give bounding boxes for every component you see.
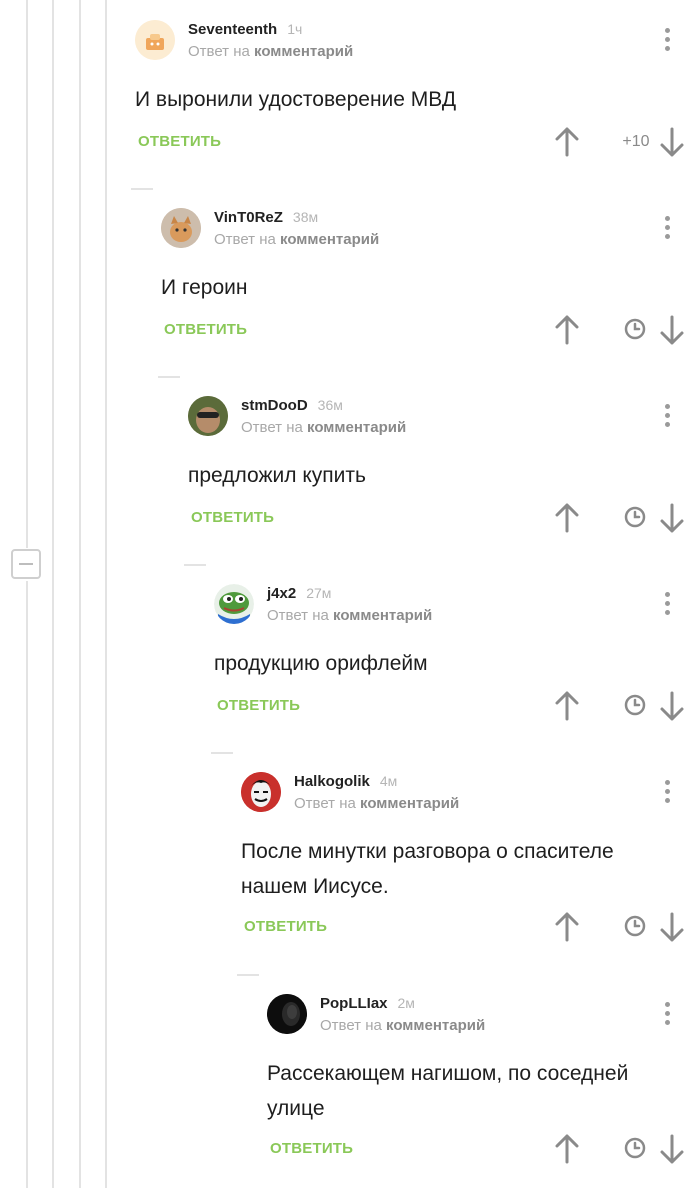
parent-comment-link[interactable]: комментарий: [307, 419, 406, 436]
clock-icon: [624, 915, 646, 937]
reply-to-label: Ответ на комментарий: [214, 231, 380, 248]
arrow-up-icon[interactable]: [552, 313, 582, 347]
username[interactable]: PopLLIax 2м: [320, 995, 415, 1012]
comment-text: предложил купить: [188, 464, 366, 487]
arrow-down-icon[interactable]: [657, 1132, 687, 1166]
arrow-down-icon[interactable]: [657, 910, 687, 944]
kebab-menu-icon[interactable]: [665, 216, 671, 242]
avatar[interactable]: [161, 208, 201, 248]
parent-comment-link[interactable]: комментарий: [360, 795, 459, 812]
reply-button[interactable]: ОТВЕТИТЬ: [138, 133, 221, 150]
comment: j4x2 27м Ответ на комментарий продукцию о…: [184, 564, 700, 754]
timestamp: 4м: [379, 773, 398, 789]
comment-text: продукцию орифлейм: [214, 652, 428, 675]
username[interactable]: j4x2 27м: [267, 585, 331, 602]
clock-icon: [624, 318, 646, 340]
avatar[interactable]: [135, 20, 175, 60]
avatar[interactable]: [241, 772, 281, 812]
reply-to-label: Ответ на комментарий: [320, 1017, 486, 1034]
rating-value: +10: [622, 133, 650, 150]
clock-icon: [624, 694, 646, 716]
collapse-thread-button[interactable]: [11, 549, 41, 579]
kebab-menu-icon[interactable]: [665, 592, 671, 618]
reply-button[interactable]: ОТВЕТИТЬ: [244, 918, 327, 935]
reply-to-label: Ответ на комментарий: [267, 607, 433, 624]
reply-to-label: Ответ на комментарий: [188, 43, 354, 60]
arrow-down-icon[interactable]: [657, 501, 687, 535]
arrow-down-icon[interactable]: [657, 125, 687, 159]
parent-comment-link[interactable]: комментарий: [386, 1017, 485, 1034]
timestamp: 38м: [292, 209, 319, 225]
kebab-menu-icon[interactable]: [665, 780, 671, 806]
comment: PopLLIax 2м Ответ на комментарий Рассекаю…: [237, 974, 700, 1188]
reply-to-label: Ответ на комментарий: [241, 419, 407, 436]
arrow-up-icon[interactable]: [552, 125, 582, 159]
comment-text: И выронили удостоверение МВД: [135, 88, 457, 111]
reply-to-label: Ответ на комментарий: [294, 795, 460, 812]
arrow-down-icon[interactable]: [657, 313, 687, 347]
parent-comment-link[interactable]: комментарий: [254, 43, 353, 60]
username[interactable]: stmDooD 36м: [241, 397, 343, 414]
kebab-menu-icon[interactable]: [665, 28, 671, 54]
avatar[interactable]: [188, 396, 228, 436]
arrow-up-icon[interactable]: [552, 910, 582, 944]
comment-text: После минутки разговора о спасителе наше…: [241, 840, 614, 898]
timestamp: 27м: [306, 585, 332, 601]
timestamp: 2м: [397, 995, 415, 1011]
comment-text: И героин: [161, 276, 248, 299]
username[interactable]: Seventeenth 1ч: [188, 21, 302, 38]
arrow-up-icon[interactable]: [552, 501, 582, 535]
thread-line: [52, 0, 54, 1188]
thread-line: [79, 0, 81, 1188]
timestamp: 1ч: [287, 21, 303, 37]
thread-line: [26, 581, 28, 1188]
arrow-down-icon[interactable]: [657, 689, 687, 723]
clock-icon: [624, 1137, 646, 1159]
comment: stmDooD 36м Ответ на комментарий предложи…: [158, 376, 700, 566]
reply-button[interactable]: ОТВЕТИТЬ: [164, 321, 247, 338]
thread-line: [26, 0, 28, 548]
reply-button[interactable]: ОТВЕТИТЬ: [191, 509, 274, 526]
parent-comment-link[interactable]: комментарий: [333, 607, 432, 624]
parent-comment-link[interactable]: комментарий: [280, 231, 379, 248]
avatar[interactable]: [267, 994, 307, 1034]
comment-text: Рассекающем нагишом, по соседней улице: [267, 1062, 629, 1120]
clock-icon: [624, 506, 646, 528]
comment: Seventeenth 1ч Ответ на комментарий И выр…: [107, 0, 700, 190]
avatar[interactable]: [214, 584, 254, 624]
username[interactable]: Halkogolik 4м: [294, 773, 397, 790]
kebab-menu-icon[interactable]: [665, 404, 671, 430]
kebab-menu-icon[interactable]: [665, 1002, 671, 1028]
reply-button[interactable]: ОТВЕТИТЬ: [217, 697, 300, 714]
username[interactable]: VinT0ReZ 38м: [214, 209, 318, 226]
arrow-up-icon[interactable]: [552, 1132, 582, 1166]
reply-button[interactable]: ОТВЕТИТЬ: [270, 1140, 353, 1157]
comment: VinT0ReZ 38м Ответ на комментарий И герои…: [131, 188, 700, 378]
arrow-up-icon[interactable]: [552, 689, 582, 723]
comment: Halkogolik 4м Ответ на комментарий После …: [211, 752, 700, 974]
timestamp: 36м: [317, 397, 343, 413]
